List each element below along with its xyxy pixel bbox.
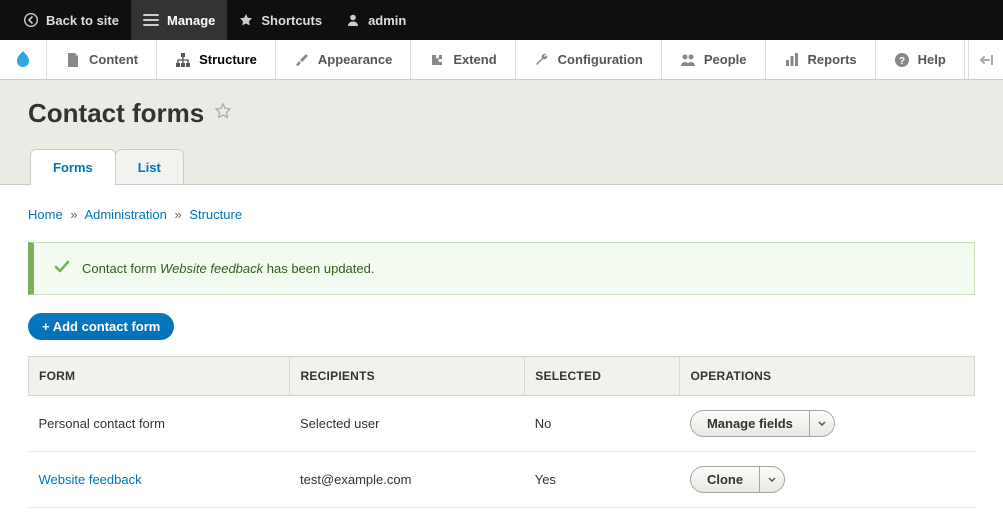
people-icon bbox=[680, 52, 696, 68]
message-em: Website feedback bbox=[160, 261, 263, 276]
menu-configuration-label: Configuration bbox=[558, 52, 643, 67]
menu-structure-label: Structure bbox=[199, 52, 257, 67]
wrench-icon bbox=[534, 52, 550, 68]
arrow-left-circle-icon bbox=[24, 13, 38, 27]
add-contact-form-button[interactable]: + Add contact form bbox=[28, 313, 174, 340]
menu-content-label: Content bbox=[89, 52, 138, 67]
user-menu[interactable]: admin bbox=[334, 0, 418, 40]
breadcrumb-structure[interactable]: Structure bbox=[189, 207, 242, 222]
collapse-toggle[interactable] bbox=[968, 40, 1003, 79]
admin-menu: Content Structure Appearance Extend Conf… bbox=[0, 40, 1003, 80]
toolbar: Back to site Manage Shortcuts admin bbox=[0, 0, 1003, 40]
clone-button[interactable]: Clone bbox=[691, 467, 759, 492]
menu-help-label: Help bbox=[918, 52, 946, 67]
selected-value: Yes bbox=[535, 472, 556, 487]
menu-configuration[interactable]: Configuration bbox=[516, 40, 662, 79]
contact-forms-table: FORM RECIPIENTS SELECTED OPERATIONS Pers… bbox=[28, 356, 975, 508]
col-operations: OPERATIONS bbox=[680, 357, 975, 396]
tab-list[interactable]: List bbox=[115, 149, 184, 185]
menu-structure[interactable]: Structure bbox=[157, 40, 276, 79]
shortcuts-label: Shortcuts bbox=[261, 13, 322, 28]
page-header-region: Contact forms Forms List bbox=[0, 80, 1003, 185]
breadcrumb-sep: » bbox=[70, 207, 77, 222]
breadcrumb-home[interactable]: Home bbox=[28, 207, 63, 222]
collapse-icon bbox=[979, 53, 993, 67]
bar-chart-icon bbox=[784, 52, 800, 68]
menu-content[interactable]: Content bbox=[47, 40, 157, 79]
dropbutton-toggle[interactable] bbox=[809, 411, 834, 436]
page-title: Contact forms bbox=[28, 98, 204, 129]
shortcuts[interactable]: Shortcuts bbox=[227, 0, 334, 40]
chevron-down-icon bbox=[818, 420, 826, 428]
manage-fields-button[interactable]: Manage fields bbox=[691, 411, 809, 436]
message-prefix: Contact form bbox=[82, 261, 160, 276]
menu-people[interactable]: People bbox=[662, 40, 766, 79]
user-label: admin bbox=[368, 13, 406, 28]
hamburger-icon bbox=[143, 13, 159, 27]
menu-appearance[interactable]: Appearance bbox=[276, 40, 411, 79]
page-title-wrap: Contact forms bbox=[28, 98, 975, 129]
status-message-text: Contact form Website feedback has been u… bbox=[82, 261, 374, 276]
menu-appearance-label: Appearance bbox=[318, 52, 392, 67]
tab-forms[interactable]: Forms bbox=[30, 149, 116, 185]
primary-tabs: Forms List bbox=[30, 149, 975, 185]
user-icon bbox=[346, 13, 360, 27]
recipients-value: test@example.com bbox=[300, 472, 411, 487]
back-to-site[interactable]: Back to site bbox=[12, 0, 131, 40]
drupal-icon bbox=[12, 49, 34, 71]
operations-dropbutton: Clone bbox=[690, 466, 785, 493]
recipients-value: Selected user bbox=[300, 416, 380, 431]
menu-extend-label: Extend bbox=[453, 52, 496, 67]
table-row: Personal contact form Selected user No M… bbox=[29, 396, 975, 452]
message-suffix: has been updated. bbox=[263, 261, 374, 276]
form-name-link[interactable]: Website feedback bbox=[39, 472, 142, 487]
hierarchy-icon bbox=[175, 52, 191, 68]
manage-toggle[interactable]: Manage bbox=[131, 0, 227, 40]
check-icon bbox=[54, 259, 70, 278]
menu-people-label: People bbox=[704, 52, 747, 67]
menu-reports-label: Reports bbox=[808, 52, 857, 67]
selected-value: No bbox=[535, 416, 552, 431]
puzzle-icon bbox=[429, 52, 445, 68]
operations-dropbutton: Manage fields bbox=[690, 410, 835, 437]
table-row: Website feedback test@example.com Yes Cl… bbox=[29, 452, 975, 508]
menu-help[interactable]: ? Help bbox=[876, 40, 965, 79]
home-icon-link[interactable] bbox=[0, 40, 47, 79]
paintbrush-icon bbox=[294, 52, 310, 68]
col-recipients: RECIPIENTS bbox=[290, 357, 525, 396]
document-icon bbox=[65, 52, 81, 68]
breadcrumb: Home » Administration » Structure bbox=[28, 207, 975, 222]
svg-text:?: ? bbox=[899, 56, 905, 67]
form-name: Personal contact form bbox=[39, 416, 165, 431]
status-message: Contact form Website feedback has been u… bbox=[28, 242, 975, 295]
menu-extend[interactable]: Extend bbox=[411, 40, 515, 79]
star-outline-icon bbox=[214, 102, 232, 120]
col-form: FORM bbox=[29, 357, 290, 396]
col-selected: SELECTED bbox=[525, 357, 680, 396]
breadcrumb-admin[interactable]: Administration bbox=[84, 207, 166, 222]
back-to-site-label: Back to site bbox=[46, 13, 119, 28]
content-region: Home » Administration » Structure Contac… bbox=[0, 184, 1003, 530]
menu-reports[interactable]: Reports bbox=[766, 40, 876, 79]
help-icon: ? bbox=[894, 52, 910, 68]
favorite-toggle[interactable] bbox=[214, 102, 232, 125]
manage-label: Manage bbox=[167, 13, 215, 28]
star-icon bbox=[239, 13, 253, 27]
breadcrumb-sep: » bbox=[174, 207, 181, 222]
dropbutton-toggle[interactable] bbox=[759, 467, 784, 492]
chevron-down-icon bbox=[768, 476, 776, 484]
